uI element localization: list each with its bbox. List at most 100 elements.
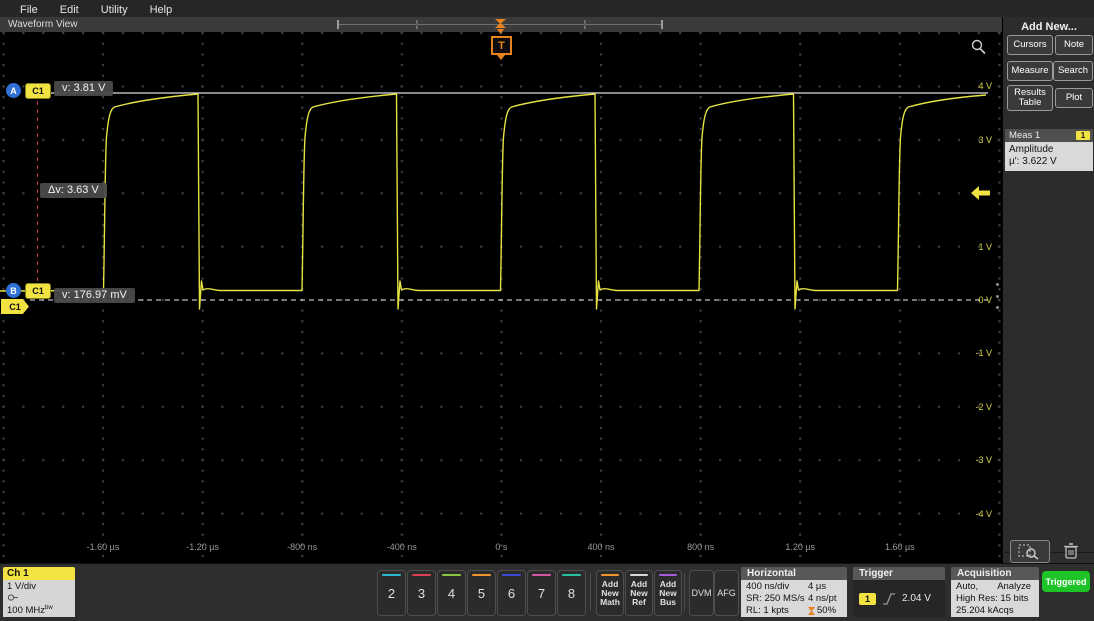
corner-zoom-magnifier-icon (973, 41, 986, 54)
voltage-axis-label: -1 V (952, 348, 992, 358)
bandwidth-limit-icon: bw (45, 605, 53, 611)
afg-button[interactable]: AFG (714, 570, 739, 616)
cursor-a-channel-badge[interactable]: C1 (25, 83, 51, 99)
time-axis-label: 800 ns (687, 542, 714, 552)
channel-color-line (472, 574, 491, 576)
horizontal-row: 400 ns/div4 µs (741, 581, 847, 593)
time-axis-label: -800 ns (287, 542, 317, 552)
zoom-mode-button[interactable] (1010, 540, 1050, 563)
measurement-title: Meas 1 (1009, 130, 1040, 141)
horizontal-row: SR: 250 MS/s4 ns/pt (741, 593, 847, 605)
channel-5-button[interactable]: 5 (467, 570, 496, 616)
ch1-badge-tab[interactable]: Ch 1 (3, 567, 75, 580)
channel-2-button[interactable]: 2 (377, 570, 406, 616)
add-new-math-button[interactable]: AddNewMath (596, 570, 624, 616)
results-bar: Add New... Cursors Note Measure Search R… (1002, 17, 1094, 563)
add-plot-button[interactable]: Plot (1055, 88, 1093, 108)
cursor-b-badge[interactable]: B (6, 283, 21, 298)
channel-4-button[interactable]: 4 (437, 570, 466, 616)
time-axis-label: -1.60 µs (87, 542, 120, 552)
horizontal-position-icon (808, 607, 815, 615)
trigger-source-chip: 1 (859, 593, 876, 605)
voltage-axis-label: -4 V (952, 509, 992, 519)
trigger-level-value: 2.04 V (902, 593, 931, 604)
time-axis-label: -1.20 µs (186, 542, 219, 552)
ch1-scale: 1 V/div (7, 581, 75, 593)
panel-splitter-handle[interactable] (994, 283, 1001, 309)
time-axis-label: 0 s (495, 542, 507, 552)
voltage-axis-label: 0 V (952, 295, 992, 305)
cursor-b-readout: v: 176.97 mV (54, 288, 135, 303)
channel-8-button[interactable]: 8 (557, 570, 586, 616)
add-new-title: Add New... (1003, 21, 1094, 33)
acquisition-count: 25.204 kAcqs (951, 605, 1039, 617)
add-measure-button[interactable]: Measure (1007, 61, 1053, 81)
add-new-ref-button[interactable]: AddNewRef (625, 570, 653, 616)
settings-bar: Ch 1 1 V/div 100 MHzbw 2345678 AddNewMat… (0, 563, 1094, 621)
horizontal-value: 4 ns/pt (808, 593, 842, 605)
cursor-b-channel-badge[interactable]: C1 (25, 283, 51, 299)
horizontal-label: SR: 250 MS/s (746, 593, 808, 605)
time-axis-label: 1.60 µs (885, 542, 915, 552)
add-color-line (630, 574, 648, 576)
channel-color-line (412, 574, 431, 576)
channel-color-line (442, 574, 461, 576)
horizontal-value: 50% (808, 605, 842, 617)
acquisition-stop: Analyze (997, 581, 1031, 593)
voltage-axis-label: -3 V (952, 455, 992, 465)
divider (684, 573, 685, 611)
dvm-button[interactable]: DVM (689, 570, 714, 616)
divider (590, 573, 591, 611)
time-axis-label: 1.20 µs (785, 542, 815, 552)
channel-color-line (502, 574, 521, 576)
acquisition-badge[interactable]: Acquisition Auto, Analyze High Res: 15 b… (951, 567, 1039, 617)
horizontal-label: RL: 1 kpts (746, 605, 808, 617)
channel-7-button[interactable]: 7 (527, 570, 556, 616)
trigger-status-badge: Triggered (1042, 571, 1090, 592)
voltage-axis-label: 4 V (952, 81, 992, 91)
measurement-value: µ': 3.622 V (1009, 156, 1089, 168)
cursor-delta-readout: Δv: 3.63 V (40, 183, 107, 198)
add-color-line (659, 574, 677, 576)
channel-color-line (562, 574, 581, 576)
acquisition-resolution: High Res: 15 bits (951, 593, 1039, 605)
trigger-title: Trigger (853, 567, 945, 580)
menu-bar: FileEditUtilityHelp (0, 0, 1094, 18)
channel-3-button[interactable]: 3 (407, 570, 436, 616)
cursor-a-badge[interactable]: A (6, 83, 21, 98)
graticule[interactable]: A C1 v: 3.81 V Δv: 3.63 V B C1 v: 176.97… (0, 32, 1002, 563)
measurement-source-chip: 1 (1076, 131, 1090, 140)
horizontal-row: RL: 1 kpts50% (741, 605, 847, 617)
rising-edge-icon (882, 593, 896, 605)
add-note-button[interactable]: Note (1055, 35, 1093, 55)
measurement-name: Amplitude (1009, 144, 1089, 156)
acquisition-mode: Auto, (956, 581, 978, 593)
oscilloscope-app: { "menu": {"items": ["File", "Edit", "Ut… (0, 0, 1094, 620)
measurement-badge[interactable]: Meas 1 1 Amplitude µ': 3.622 V (1005, 129, 1093, 171)
horizontal-value: 4 µs (808, 581, 842, 593)
probe-icon (7, 593, 75, 602)
channel-color-line (382, 574, 401, 576)
horizontal-badge[interactable]: Horizontal 400 ns/div4 µsSR: 250 MS/s4 n… (741, 567, 847, 617)
add-results-table-button[interactable]: Results Table (1007, 85, 1053, 111)
cursor-a-readout: v: 3.81 V (54, 81, 113, 96)
add-search-button[interactable]: Search (1053, 61, 1093, 81)
voltage-axis-label: 3 V (952, 135, 992, 145)
acquisition-title: Acquisition (951, 567, 1039, 580)
channel-color-line (532, 574, 551, 576)
ch1-badge-body[interactable]: 1 V/div 100 MHzbw (3, 580, 75, 617)
trash-icon (1063, 542, 1079, 560)
add-new-bus-button[interactable]: AddNewBus (654, 570, 682, 616)
waveform-view-title: Waveform View (0, 17, 77, 32)
time-axis-label: 400 ns (587, 542, 614, 552)
horizontal-title: Horizontal (741, 567, 847, 580)
delete-button[interactable] (1058, 540, 1084, 561)
waveform-canvas (0, 32, 1002, 563)
trigger-position-flag[interactable]: T (491, 36, 512, 55)
voltage-axis-label: -2 V (952, 402, 992, 412)
ch1-bandwidth: 100 MHz (7, 605, 45, 616)
waveform-view: Waveform View A C1 v: 3.81 V Δv: 3.63 V … (0, 17, 1002, 563)
trigger-badge[interactable]: Trigger 1 2.04 V (853, 567, 945, 617)
add-cursors-button[interactable]: Cursors (1007, 35, 1053, 55)
channel-6-button[interactable]: 6 (497, 570, 526, 616)
